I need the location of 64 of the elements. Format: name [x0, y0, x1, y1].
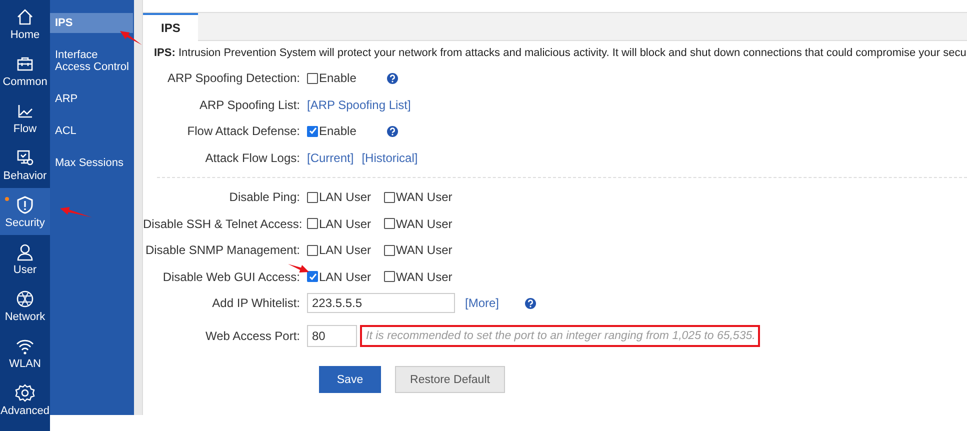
checkbox-label: LAN User	[319, 190, 372, 204]
help-icon[interactable]	[387, 72, 398, 84]
checkbox-label: WAN User	[396, 270, 452, 284]
globe-icon	[15, 288, 35, 308]
checkbox[interactable]	[384, 192, 396, 203]
nav-item[interactable]: Common	[0, 47, 50, 94]
shield-icon	[15, 194, 35, 214]
nav-item[interactable]: Flow	[0, 94, 50, 141]
save-button[interactable]: Save	[319, 366, 381, 393]
home-icon	[15, 6, 35, 26]
description-text: IPS: Intrusion Prevention System will protect your network from attacks and malicious activity. It will block and shut down connections that could compromise your secu	[154, 47, 967, 59]
submenu-item[interactable]: ARP	[50, 89, 133, 109]
submenu-item[interactable]: Max Sessions	[50, 153, 133, 173]
nav-item[interactable]: WLAN	[0, 329, 50, 376]
field-label: Disable Ping:	[228, 190, 301, 204]
checkbox-label: WAN User	[396, 216, 452, 231]
monitor-icon	[15, 148, 35, 168]
submenu-item[interactable]: Interface Access Control	[50, 45, 133, 77]
link[interactable]: [More]	[465, 296, 500, 310]
nav-item[interactable]: Advanced	[0, 376, 50, 423]
restore-default-button[interactable]: Restore Default	[395, 366, 505, 393]
checkbox[interactable]	[307, 218, 318, 230]
hint-text: It is recommended to set the port to an integer ranging from 1,025 to 65,535.	[360, 324, 760, 347]
field-label: Web Access Port:	[204, 328, 301, 343]
checkbox[interactable]	[307, 271, 318, 282]
checkbox[interactable]	[307, 126, 318, 137]
nav-item[interactable]: Behavior	[0, 141, 50, 188]
link[interactable]: [Current]	[307, 150, 354, 165]
user-icon	[15, 242, 35, 262]
field-label: Flow Attack Defense:	[186, 124, 301, 138]
input-field[interactable]: 223.5.5.5	[307, 293, 455, 314]
link[interactable]: [ARP Spoofing List]	[307, 98, 411, 112]
checkbox[interactable]	[384, 271, 396, 282]
checkbox-label: Enable	[319, 71, 356, 86]
checkbox-label: WAN User	[396, 243, 452, 258]
checkbox[interactable]	[307, 192, 318, 203]
tab[interactable]: IPS	[143, 13, 198, 41]
checkbox[interactable]	[384, 218, 396, 230]
checkbox-label: LAN User	[319, 216, 372, 231]
help-icon[interactable]	[387, 126, 398, 137]
gear-icon	[15, 382, 35, 402]
field-label: ARP Spoofing List:	[198, 98, 301, 112]
field-label: Attack Flow Logs:	[204, 150, 301, 165]
checkbox[interactable]	[384, 244, 396, 256]
field-label: Disable SNMP Management:	[144, 243, 301, 258]
checkbox-label: WAN User	[396, 190, 452, 204]
checkbox[interactable]	[307, 72, 318, 84]
field-label: ARP Spoofing Detection:	[166, 71, 301, 86]
checkbox-label: LAN User	[319, 270, 372, 284]
checkbox[interactable]	[307, 244, 318, 256]
submenu-item[interactable]: IPS	[50, 13, 133, 33]
nav-item[interactable]: User	[0, 235, 50, 282]
nav-item[interactable]: Security	[0, 188, 50, 235]
nav-item[interactable]: Home	[0, 0, 50, 47]
nav-item[interactable]: Network	[0, 282, 50, 329]
field-label: Add IP Whitelist:	[211, 296, 301, 310]
help-icon[interactable]	[525, 298, 536, 309]
checkbox-label: LAN User	[319, 243, 372, 258]
field-label: Disable Web GUI Access:	[162, 270, 301, 284]
input-field[interactable]: 80	[307, 324, 357, 347]
submenu-item[interactable]: ACL	[50, 121, 133, 141]
link[interactable]: [Historical]	[362, 150, 418, 165]
field-label: Disable SSH & Telnet Access:	[143, 216, 304, 231]
checkbox-label: Enable	[319, 124, 356, 138]
